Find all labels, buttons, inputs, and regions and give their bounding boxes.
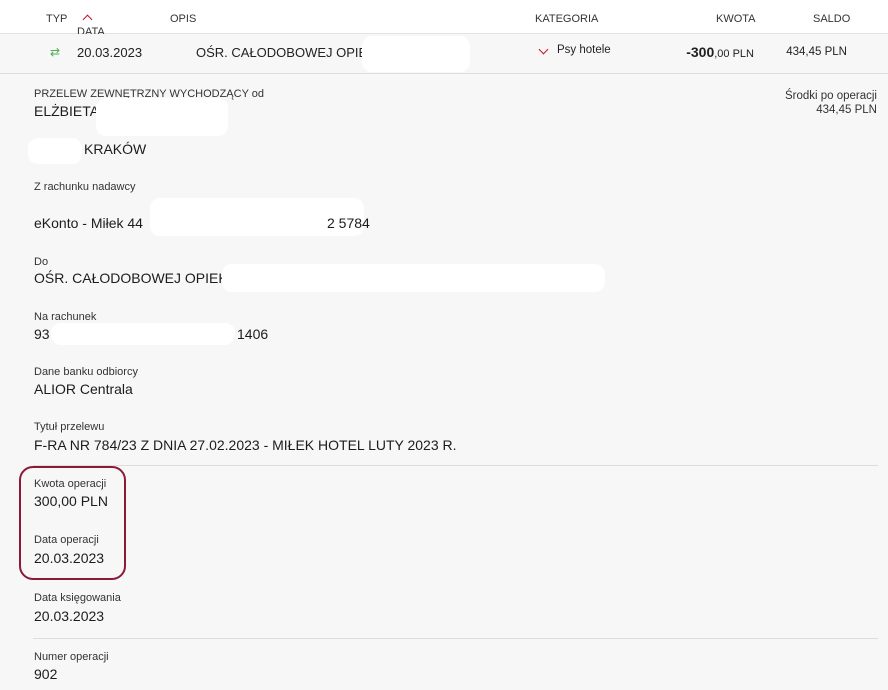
redacted-block [51,323,235,345]
sender-name: ELŻBIETA [34,103,100,119]
booking-date-label: Data księgowania [34,592,121,604]
title-value: F-RA NR 784/23 Z DNIA 27.02.2023 - MIŁEK… [34,437,457,453]
from-account-prefix: eKonto - Miłek 44 [34,215,143,231]
sender-city: KRAKÓW [84,141,147,157]
booking-date-value: 20.03.2023 [34,608,105,624]
bank-label: Dane banku odbiorcy [34,366,138,378]
column-description: OPIS [170,13,197,25]
from-account-suffix: 2 5784 [327,215,370,231]
after-balance-label: Środki po operacji [784,90,877,102]
amount-main: -300 [686,44,715,60]
column-type: TYP [46,13,68,25]
chevron-down-icon[interactable] [538,44,549,55]
to-value: OŚR. CAŁODOBOWEJ OPIEKI [34,270,232,286]
after-balance-value: 434,45 PLN [816,104,877,116]
to-account-label: Na rachunek [34,311,97,323]
sort-ascending-icon [82,14,93,25]
to-account-prefix: 93 [34,326,50,342]
redacted-block [362,36,470,72]
to-label: Do [34,256,49,268]
amount-rest: ,00 PLN [714,48,754,60]
transaction-amount: -300,00 PLN [686,44,754,60]
transaction-description: OŚR. CAŁODOBOWEJ OPIEKI [196,45,380,60]
redacted-block [96,98,228,136]
transfer-arrows-icon: ⇄ [50,45,61,59]
column-category: KATEGORIA [535,13,599,25]
operation-number-value: 902 [34,666,58,682]
title-label: Tytuł przelewu [34,421,105,433]
redacted-block [222,264,605,292]
divider [33,638,878,639]
bank-value: ALIOR Centrala [34,381,133,397]
category-dropdown[interactable]: Psy hotele [557,44,611,56]
balance-after-operation: Środki po operacji 434,45 PLN [785,89,877,117]
redacted-block [28,138,82,164]
transaction-balance: 434,45 PLN [786,46,847,58]
highlight-annotation [19,466,126,580]
from-account-label: Z rachunku nadawcy [34,181,136,193]
column-date-sort[interactable]: DATA [77,13,105,38]
operation-number-label: Numer operacji [34,651,109,663]
column-balance: SALDO [813,13,851,25]
transaction-date: 20.03.2023 [77,45,143,60]
transaction-row[interactable]: ⇄ 20.03.2023 OŚR. CAŁODOBOWEJ OPIEKI Psy… [0,34,888,74]
column-amount: KWOTA [716,13,756,25]
divider [33,465,878,466]
to-account-suffix: 1406 [237,326,269,342]
table-header: TYP DATA OPIS KATEGORIA KWOTA SALDO [0,0,888,38]
